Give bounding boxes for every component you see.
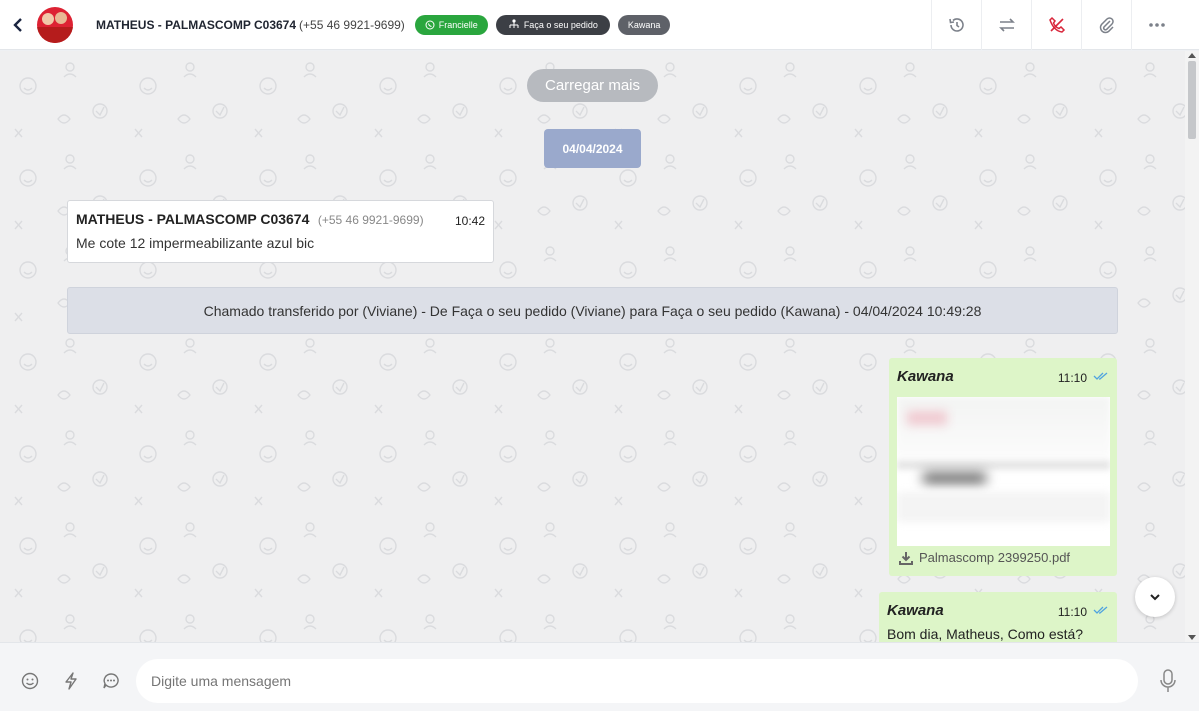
agent-tag[interactable]: Kawana bbox=[617, 14, 671, 35]
chevron-down-icon bbox=[1150, 594, 1160, 601]
file-preview[interactable] bbox=[897, 397, 1110, 546]
channel-tag[interactable]: Francielle bbox=[414, 14, 488, 35]
transfer-button[interactable] bbox=[981, 0, 1031, 50]
canned-messages-button[interactable] bbox=[101, 671, 121, 691]
voice-message-button[interactable] bbox=[1159, 669, 1177, 698]
date-separator: 04/04/2024 bbox=[544, 129, 641, 168]
scrollbar-thumb[interactable] bbox=[1188, 61, 1196, 139]
message-input[interactable] bbox=[136, 659, 1138, 703]
header-actions bbox=[931, 0, 1181, 50]
file-download-link[interactable]: Palmascomp 2399250.pdf bbox=[899, 550, 1070, 565]
system-message: Chamado transferido por (Viviane) - De F… bbox=[67, 287, 1118, 334]
outgoing-text-message[interactable]: Kawana 11:10 Bom dia, Matheus, Como está… bbox=[879, 592, 1117, 642]
read-ticks-icon bbox=[1093, 606, 1108, 614]
agent-tag-label: Kawana bbox=[627, 19, 661, 30]
history-button[interactable] bbox=[931, 0, 981, 50]
scroll-down-arrow[interactable] bbox=[1188, 635, 1196, 640]
scroll-up-arrow[interactable] bbox=[1188, 53, 1196, 58]
contact-name: MATHEUS - PALMASCOMP C03674 bbox=[96, 17, 297, 32]
more-icon bbox=[1148, 23, 1165, 27]
microphone-icon bbox=[1160, 669, 1176, 692]
load-more-button[interactable]: Carregar mais bbox=[527, 69, 658, 102]
message-time: 10:42 bbox=[454, 214, 485, 228]
incoming-message[interactable]: MATHEUS - PALMASCOMP C03674 (+55 46 9921… bbox=[67, 200, 494, 263]
lightning-icon bbox=[65, 672, 77, 690]
message-sender: Kawana bbox=[887, 602, 944, 619]
back-button[interactable] bbox=[0, 0, 36, 50]
scroll-to-bottom-button[interactable] bbox=[1135, 577, 1175, 617]
attach-button[interactable] bbox=[1081, 0, 1131, 50]
message-composer bbox=[0, 642, 1199, 711]
chevron-left-icon bbox=[13, 17, 22, 32]
end-call-button[interactable] bbox=[1031, 0, 1081, 50]
org-chart-icon bbox=[509, 19, 519, 28]
chat-header: MATHEUS - PALMASCOMP C03674 (+55 46 9921… bbox=[0, 0, 1199, 50]
end-call-icon bbox=[1048, 16, 1065, 33]
chat-area[interactable]: Carregar mais 04/04/2024 MATHEUS - PALMA… bbox=[0, 51, 1185, 642]
contact-phone: (+55 46 9921-9699) bbox=[299, 17, 405, 32]
read-ticks-icon bbox=[1093, 372, 1108, 380]
emoji-button[interactable] bbox=[20, 671, 40, 691]
file-name: Palmascomp 2399250.pdf bbox=[919, 550, 1071, 565]
avatar[interactable] bbox=[37, 6, 73, 43]
message-text: Bom dia, Matheus, Como está? bbox=[887, 626, 1084, 642]
message-sender: MATHEUS - PALMASCOMP C03674 bbox=[76, 211, 310, 227]
transfer-icon bbox=[998, 18, 1015, 32]
outgoing-file-message[interactable]: Kawana 11:10 Palmascomp 2399250.pdf bbox=[889, 358, 1117, 576]
message-sender-phone: (+55 46 9921-9699) bbox=[317, 213, 424, 227]
whatsapp-icon bbox=[425, 20, 435, 29]
message-sender: Kawana bbox=[897, 368, 954, 385]
history-icon bbox=[948, 18, 964, 32]
message-time: 11:10 bbox=[1057, 371, 1087, 385]
queue-tag[interactable]: Faça o seu pedido bbox=[495, 14, 610, 35]
system-message-text: Chamado transferido por (Viviane) - De F… bbox=[203, 302, 982, 319]
message-time: 11:10 bbox=[1057, 605, 1087, 619]
chat-scrollbar[interactable] bbox=[1185, 51, 1199, 642]
emoji-icon bbox=[21, 672, 39, 690]
message-text: Me cote 12 impermeabilizante azul bic bbox=[76, 235, 315, 251]
chat-bubble-icon bbox=[103, 673, 119, 689]
more-button[interactable] bbox=[1131, 0, 1181, 50]
channel-tag-label: Francielle bbox=[438, 19, 478, 30]
queue-tag-label: Faça o seu pedido bbox=[523, 19, 598, 30]
download-icon bbox=[899, 551, 913, 565]
quick-reply-button[interactable] bbox=[61, 671, 81, 691]
attach-icon bbox=[1099, 17, 1114, 34]
